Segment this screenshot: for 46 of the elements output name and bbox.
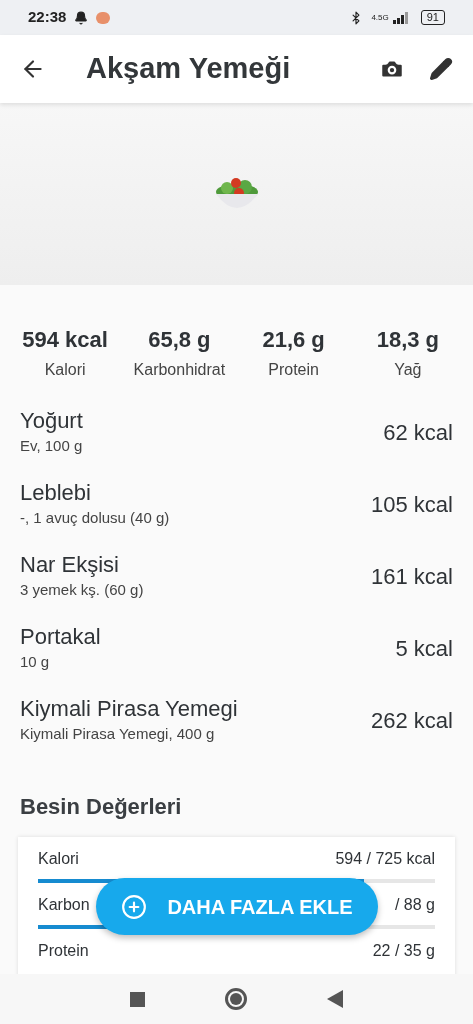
food-item[interactable]: Leblebi -, 1 avuç dolusu (40 g) 105 kcal xyxy=(20,468,453,540)
recent-apps-button[interactable] xyxy=(130,991,145,1007)
food-item[interactable]: Nar Ekşisi 3 yemek kş. (60 g) 161 kcal xyxy=(20,540,453,612)
food-detail: 3 yemek kş. (60 g) xyxy=(20,579,145,600)
food-name: Yoğurt xyxy=(20,406,84,435)
nutrient-value: / 88 g xyxy=(394,895,435,915)
food-calories: 62 kcal xyxy=(383,418,453,447)
add-icon xyxy=(121,893,148,920)
summary-value: 21,6 g xyxy=(262,326,325,354)
food-name: Kiymali Pirasa Yemegi xyxy=(20,694,239,723)
summary-label: Kalori xyxy=(44,360,86,380)
battery-indicator: 91 xyxy=(420,10,445,25)
food-detail: Kiymali Pirasa Yemegi, 400 g xyxy=(20,723,216,744)
nutrient-label: Protein xyxy=(38,941,89,961)
nutrient-label: Kalori xyxy=(38,849,79,869)
food-name: Leblebi xyxy=(20,478,92,507)
summary-label: Yağ xyxy=(394,360,422,380)
edit-button[interactable] xyxy=(429,57,453,81)
summary-label: Protein xyxy=(268,360,319,380)
screen-title: Akşam Yemeği xyxy=(86,51,291,87)
food-name: Nar Ekşisi xyxy=(20,550,120,579)
summary-value: 594 kcal xyxy=(22,326,108,354)
status-time: 22:38 xyxy=(28,7,67,28)
network-type: 4.5G xyxy=(371,13,389,22)
nutrient-value: 22 / 35 g xyxy=(372,941,435,961)
home-button[interactable] xyxy=(225,988,247,1010)
section-title: Besin Değerleri xyxy=(19,793,183,821)
food-item[interactable]: Kiymali Pirasa Yemegi Kiymali Pirasa Yemegi, 400 g 262 kcal xyxy=(20,684,453,756)
food-item[interactable]: Yoğurt Ev, 100 g 62 kcal xyxy=(20,396,453,468)
summary-label: Karbonhidrat xyxy=(133,360,226,380)
notification-icon xyxy=(74,10,89,25)
nutrient-value: 594 / 725 kcal xyxy=(335,849,435,869)
summary-value: 18,3 g xyxy=(376,326,440,354)
food-name: Portakal xyxy=(20,622,102,651)
summary-value: 65,8 g xyxy=(148,326,211,354)
food-calories: 5 kcal xyxy=(395,634,453,663)
signal-icon xyxy=(392,11,409,24)
food-detail: -, 1 avuç dolusu (40 g) xyxy=(20,507,171,528)
food-calories: 161 kcal xyxy=(371,562,453,591)
food-calories: 105 kcal xyxy=(371,490,453,519)
food-item[interactable]: Portakal 10 g 5 kcal xyxy=(20,612,453,684)
food-detail: Ev, 100 g xyxy=(20,435,84,456)
nutrient-label: Karbon xyxy=(38,895,90,915)
back-nav-button[interactable] xyxy=(327,990,343,1008)
food-calories: 262 kcal xyxy=(371,706,453,735)
food-detail: 10 g xyxy=(20,651,51,672)
